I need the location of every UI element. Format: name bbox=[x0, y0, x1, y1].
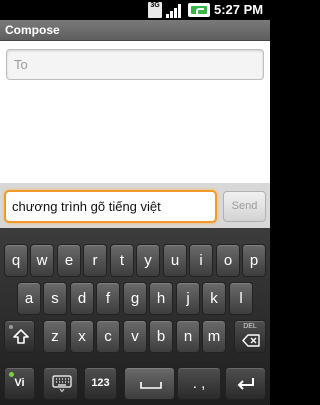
key-e[interactable]: e bbox=[57, 244, 81, 277]
status-time: 5:27 PM bbox=[214, 2, 264, 17]
key-l[interactable]: l bbox=[229, 282, 253, 315]
battery-charging-icon bbox=[188, 3, 210, 17]
title-bar: Compose bbox=[0, 20, 270, 41]
delete-label: DEL bbox=[243, 323, 257, 330]
language-key[interactable]: Vi bbox=[4, 367, 35, 400]
shift-key[interactable] bbox=[4, 320, 35, 353]
space-icon bbox=[140, 381, 162, 389]
message-bar: chương trình gõ tiếng việt Send bbox=[0, 183, 270, 228]
enter-icon bbox=[237, 377, 255, 391]
key-c[interactable]: c bbox=[96, 320, 120, 353]
key-p[interactable]: p bbox=[242, 244, 266, 277]
key-q[interactable]: q bbox=[4, 244, 28, 277]
key-b[interactable]: b bbox=[149, 320, 173, 353]
numbers-key[interactable]: 123 bbox=[84, 367, 117, 400]
key-n[interactable]: n bbox=[176, 320, 200, 353]
send-button[interactable]: Send bbox=[223, 191, 266, 222]
key-r[interactable]: r bbox=[83, 244, 107, 277]
key-y[interactable]: y bbox=[136, 244, 160, 277]
key-j[interactable]: j bbox=[176, 282, 200, 315]
compose-area: To bbox=[0, 41, 270, 183]
key-a[interactable]: a bbox=[17, 282, 41, 315]
punctuation-key[interactable]: . , bbox=[177, 367, 221, 400]
key-m[interactable]: m bbox=[202, 320, 226, 353]
enter-key[interactable] bbox=[225, 367, 266, 400]
key-d[interactable]: d bbox=[70, 282, 94, 315]
3g-icon: 3G bbox=[148, 2, 162, 18]
message-input[interactable]: chương trình gõ tiếng việt bbox=[4, 190, 217, 223]
key-f[interactable]: f bbox=[96, 282, 120, 315]
key-o[interactable]: o bbox=[216, 244, 240, 277]
key-k[interactable]: k bbox=[202, 282, 226, 315]
recipient-field[interactable]: To bbox=[6, 49, 264, 80]
key-v[interactable]: v bbox=[123, 320, 147, 353]
key-z[interactable]: z bbox=[43, 320, 67, 353]
keyboard-settings-key[interactable] bbox=[43, 367, 78, 400]
language-label: Vi bbox=[14, 377, 25, 389]
soft-keyboard: q w e r t y u i o p a s d f g h j k l z … bbox=[0, 228, 270, 405]
key-u[interactable]: u bbox=[163, 244, 187, 277]
shift-icon bbox=[13, 329, 29, 345]
key-x[interactable]: x bbox=[70, 320, 94, 353]
keyboard-settings-icon bbox=[52, 375, 72, 393]
key-h[interactable]: h bbox=[149, 282, 173, 315]
key-t[interactable]: t bbox=[110, 244, 134, 277]
delete-key[interactable]: DEL bbox=[234, 320, 266, 353]
signal-icon bbox=[166, 2, 184, 18]
key-i[interactable]: i bbox=[189, 244, 213, 277]
status-bar: 3G 5:27 PM bbox=[0, 0, 270, 20]
delete-icon bbox=[242, 334, 260, 347]
page-title: Compose bbox=[5, 23, 60, 37]
space-key[interactable] bbox=[124, 367, 175, 400]
key-w[interactable]: w bbox=[30, 244, 54, 277]
key-g[interactable]: g bbox=[123, 282, 147, 315]
key-s[interactable]: s bbox=[43, 282, 67, 315]
